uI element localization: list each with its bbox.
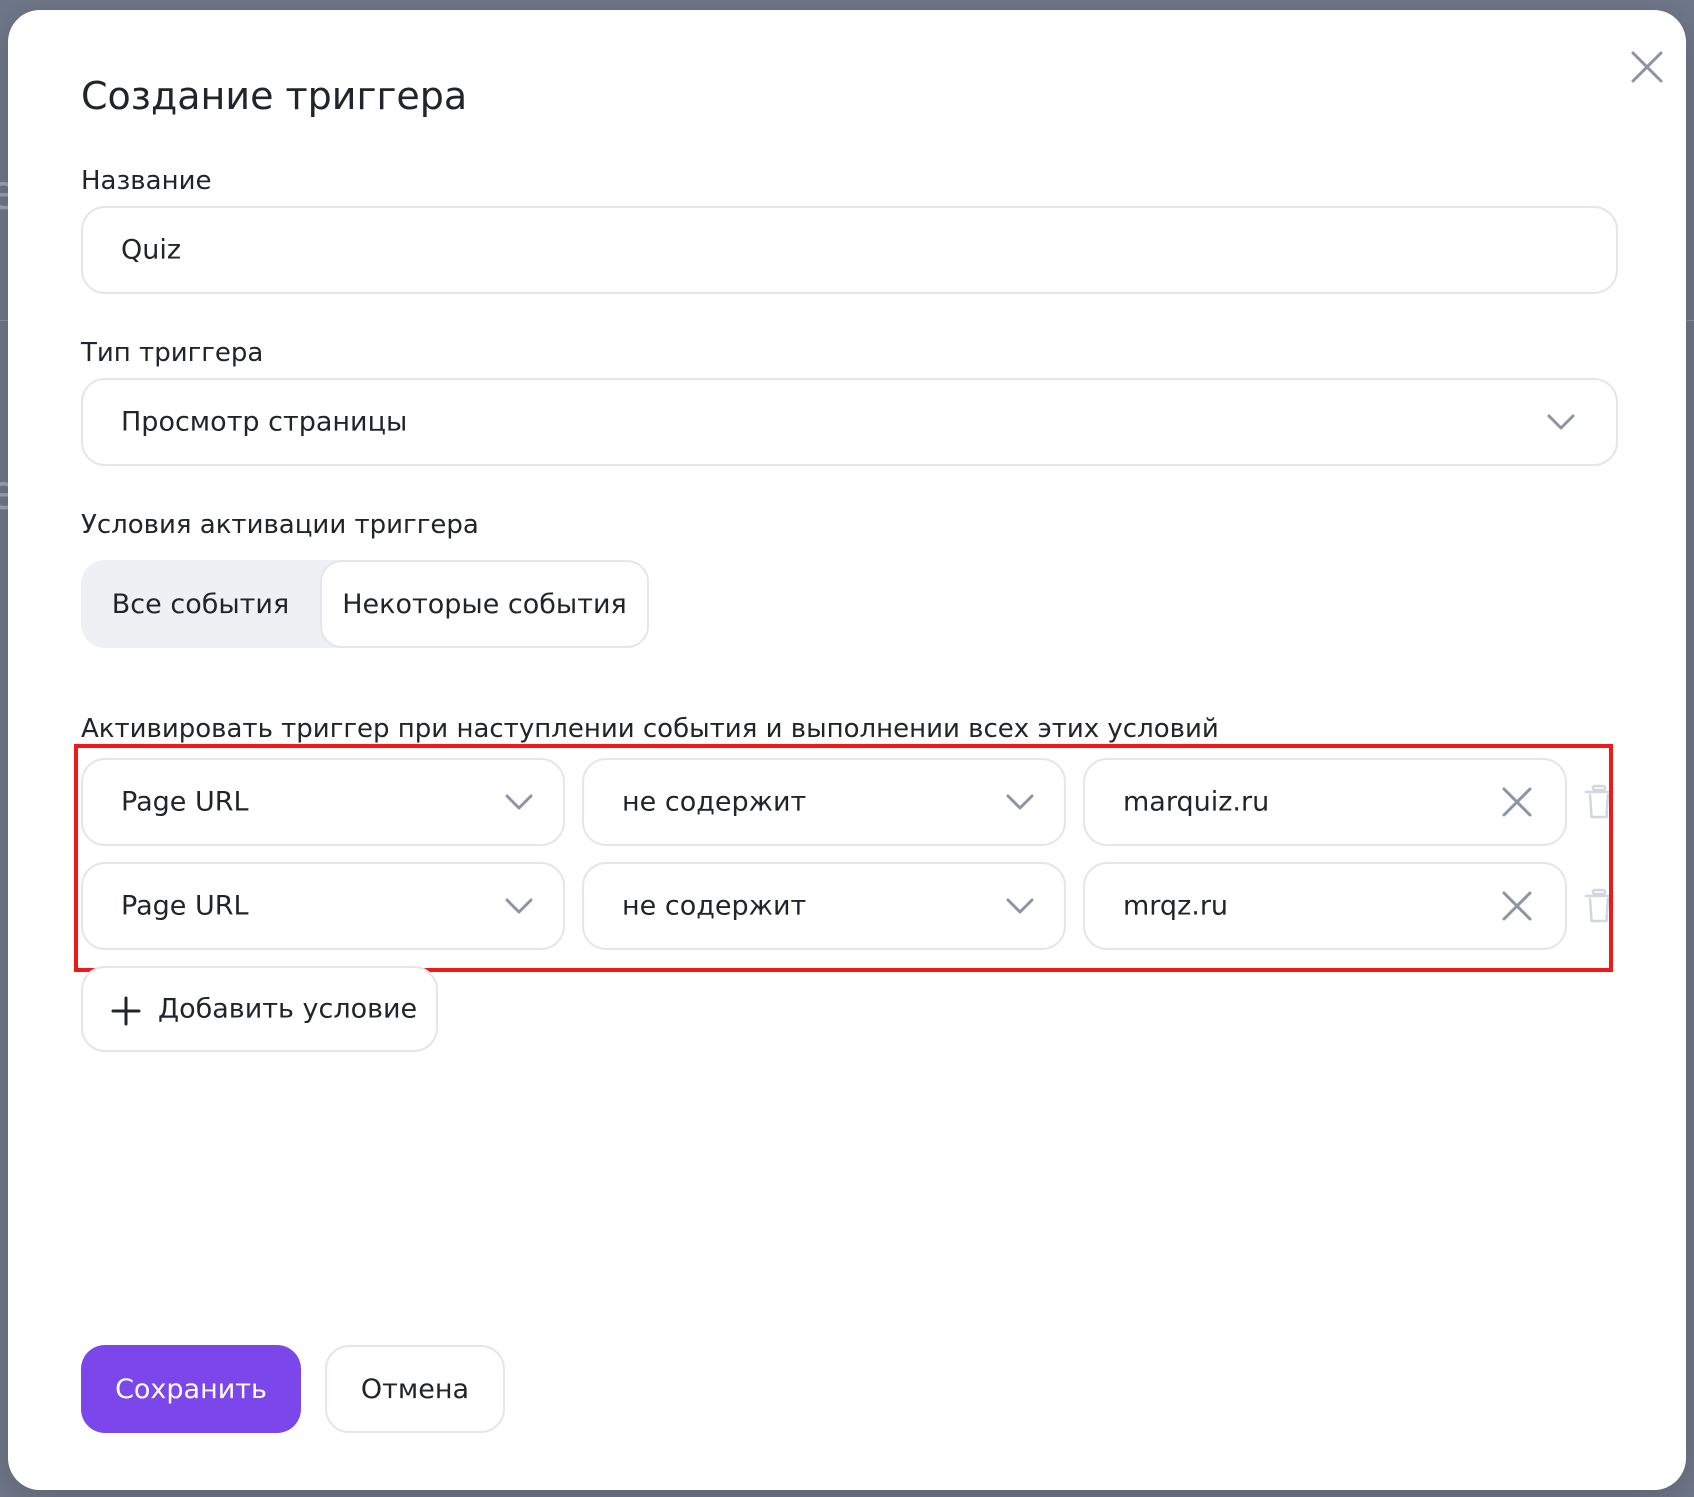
trigger-type-label: Тип триггера bbox=[81, 338, 264, 368]
save-button[interactable]: Сохранить bbox=[81, 1345, 301, 1433]
trigger-type-select[interactable]: Просмотр страницы bbox=[81, 378, 1618, 466]
backdrop-divider bbox=[1686, 320, 1694, 321]
trigger-type-value: Просмотр страницы bbox=[121, 406, 408, 438]
segment-all-events[interactable]: Все события bbox=[81, 560, 320, 648]
chevron-down-icon bbox=[1547, 414, 1575, 430]
cancel-button[interactable]: Отмена bbox=[325, 1345, 505, 1433]
create-trigger-modal: Создание триггера Название Quiz Тип триг… bbox=[8, 10, 1686, 1490]
activation-label: Условия активации триггера bbox=[81, 510, 479, 540]
modal-title: Создание триггера bbox=[81, 74, 468, 118]
backdrop-divider bbox=[0, 320, 8, 321]
add-condition-label: Добавить условие bbox=[158, 993, 418, 1025]
segment-some-events[interactable]: Некоторые события bbox=[320, 560, 649, 648]
conditions-heading: Активировать триггер при наступлении соб… bbox=[81, 714, 1219, 744]
name-input-value: Quiz bbox=[121, 234, 182, 266]
name-label: Название bbox=[81, 166, 212, 196]
activation-segmented-control: Все события Некоторые события bbox=[81, 560, 649, 648]
close-button[interactable] bbox=[1625, 45, 1669, 89]
add-condition-button[interactable]: Добавить условие bbox=[81, 966, 438, 1052]
plus-icon bbox=[111, 996, 141, 1026]
conditions-highlight-box bbox=[74, 744, 1613, 972]
close-icon bbox=[1631, 51, 1663, 83]
name-input[interactable]: Quiz bbox=[81, 206, 1618, 294]
